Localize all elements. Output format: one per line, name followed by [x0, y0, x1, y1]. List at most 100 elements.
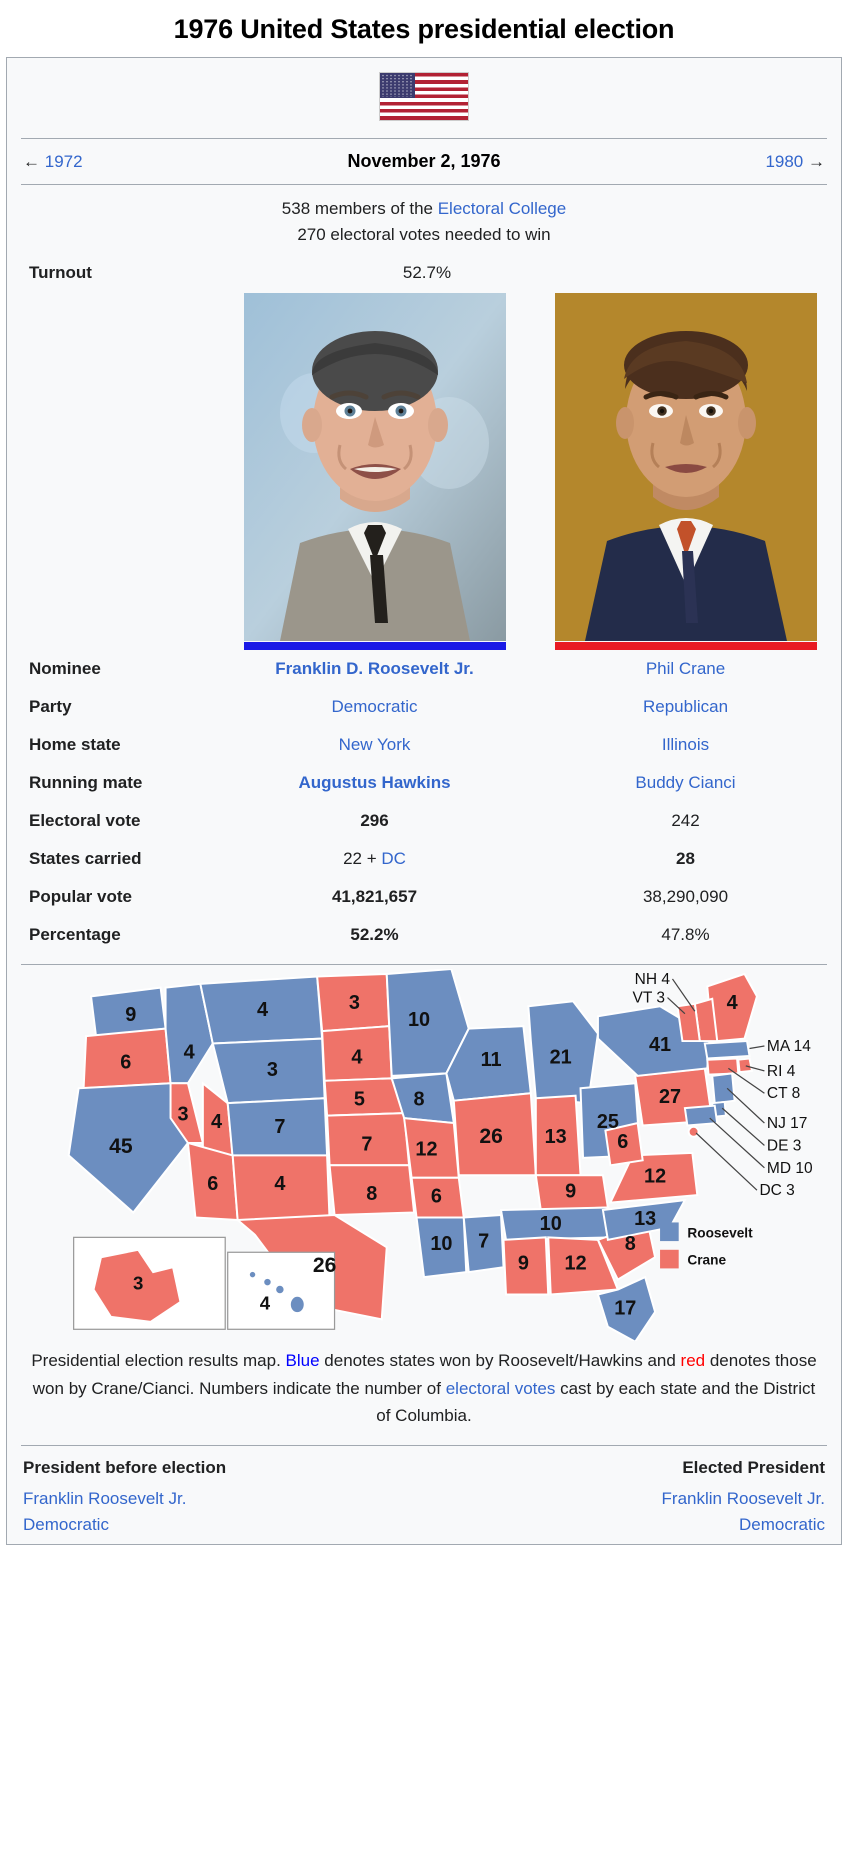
- before-president-link[interactable]: Franklin Roosevelt Jr.: [23, 1486, 186, 1512]
- ev-label-CA: 45: [109, 1135, 133, 1158]
- ev-label-ID: 4: [184, 1041, 195, 1063]
- crane-portrait: [554, 292, 817, 641]
- caption-blue-word: Blue: [285, 1351, 320, 1371]
- row-label-states-carried: States carried: [29, 848, 142, 868]
- table-row: Popular vote 41,821,657 38,290,090: [7, 878, 841, 916]
- election-date: November 2, 1976: [347, 151, 501, 171]
- ev-label-KY: 9: [565, 1180, 576, 1202]
- running-mate-right: Buddy Cianci: [530, 764, 841, 802]
- turnout-row: Turnout 52.7%: [7, 259, 841, 293]
- elected-president-link[interactable]: Franklin Roosevelt Jr.: [662, 1486, 825, 1512]
- ev-label-ND: 3: [349, 991, 360, 1013]
- ev-label-MI: 21: [550, 1046, 572, 1068]
- next-election[interactable]: 1980 →: [765, 152, 825, 172]
- ev-label-AZ: 6: [207, 1173, 218, 1195]
- ev-label-NM: 4: [274, 1173, 285, 1195]
- ev-label-WY: 3: [267, 1059, 278, 1081]
- ev-label-LA: 10: [430, 1232, 452, 1254]
- right-portrait-cell: [530, 292, 841, 650]
- ev-label-TX: 26: [313, 1254, 336, 1277]
- turnout-value: 52.7%: [402, 262, 452, 282]
- running-mate-right-link[interactable]: Buddy Cianci: [635, 773, 735, 792]
- democratic-color-bar: [243, 641, 506, 650]
- results-map-container: 9 6 45 4 3 4 3 4 7 6 4 3 4 5 7 8 26 10 8…: [7, 965, 841, 1445]
- party-right: Republican: [530, 688, 841, 726]
- callout-NH: NH 4: [635, 971, 671, 988]
- republican-color-bar: [554, 641, 817, 650]
- callout-MA: MA 14: [767, 1038, 811, 1055]
- running-mate-left-link[interactable]: Augustus Hawkins: [298, 773, 450, 792]
- ev-label-WV: 6: [617, 1131, 628, 1153]
- ev-label-CO: 7: [274, 1116, 285, 1138]
- table-row: Percentage 52.2% 47.8%: [7, 916, 841, 954]
- ev-label-UT: 4: [211, 1111, 222, 1133]
- ev-label-AK: 3: [133, 1272, 143, 1293]
- nominee-right-link[interactable]: Phil Crane: [646, 659, 725, 678]
- ev-label-IN: 13: [545, 1126, 567, 1148]
- ev-label-OR: 6: [120, 1051, 131, 1073]
- legend-swatch-roosevelt: [660, 1222, 679, 1241]
- electoral-votes-link[interactable]: electoral votes: [446, 1379, 556, 1398]
- callout-DC: DC 3: [759, 1182, 794, 1199]
- members-prefix: 538 members of the: [281, 199, 438, 218]
- elected-column: Franklin Roosevelt Jr. Democratic: [662, 1486, 825, 1538]
- party-left: Democratic: [219, 688, 530, 726]
- ev-label-PA: 27: [659, 1086, 681, 1108]
- before-party-link[interactable]: Democratic: [23, 1512, 186, 1538]
- elected-party-link[interactable]: Democratic: [739, 1512, 825, 1538]
- callout-NJ: NJ 17: [767, 1115, 808, 1132]
- states-carried-left: 22 + DC: [219, 840, 530, 878]
- state-MA: [703, 1039, 751, 1060]
- ev-label-FL: 17: [614, 1297, 636, 1319]
- dc-link[interactable]: DC: [381, 849, 406, 868]
- ev-label-GA: 12: [565, 1252, 587, 1274]
- right-arrow-icon: →: [808, 151, 825, 171]
- party-left-link[interactable]: Democratic: [332, 697, 418, 716]
- next-election-link[interactable]: 1980: [765, 152, 803, 171]
- ev-label-WI: 11: [481, 1049, 502, 1071]
- legend-swatch-crane: [660, 1249, 679, 1269]
- roosevelt-portrait: [243, 292, 506, 641]
- ev-label-SC: 8: [625, 1232, 636, 1254]
- caption-part-1: Presidential election results map.: [31, 1351, 286, 1371]
- home-state-right-link[interactable]: Illinois: [662, 735, 709, 754]
- ev-label-AR: 6: [431, 1185, 442, 1207]
- row-label-running-mate: Running mate: [29, 772, 143, 792]
- home-state-left-link[interactable]: New York: [339, 735, 411, 754]
- us-flag-icon: [379, 72, 469, 121]
- footer-names: Franklin Roosevelt Jr. Democratic Frankl…: [7, 1482, 841, 1544]
- map-caption: Presidential election results map. Blue …: [7, 1341, 841, 1445]
- running-mate-left: Augustus Hawkins: [219, 764, 530, 802]
- ev-label-ME: 4: [727, 991, 738, 1013]
- state-DC: [687, 1125, 700, 1138]
- electoral-results-map: 9 6 45 4 3 4 3 4 7 6 4 3 4 5 7 8 26 10 8…: [14, 968, 834, 1342]
- prev-election-link[interactable]: 1972: [45, 152, 83, 171]
- caption-part-2: denotes states won by Roosevelt/Hawkins …: [319, 1351, 681, 1371]
- left-portrait-cell: [219, 292, 530, 650]
- table-row: States carried 22 + DC 28: [7, 840, 841, 878]
- legend-label-roosevelt: Roosevelt: [687, 1225, 753, 1240]
- popular-vote-left: 41,821,657: [331, 886, 418, 906]
- electoral-members-line: 538 members of the Electoral College: [17, 196, 831, 222]
- state-RI: [737, 1057, 754, 1073]
- party-right-link[interactable]: Republican: [643, 697, 728, 716]
- prev-election[interactable]: ← 1972: [23, 152, 83, 172]
- ev-label-NC: 13: [634, 1208, 656, 1230]
- electoral-college-link[interactable]: Electoral College: [438, 199, 567, 218]
- states-carried-right: 28: [676, 848, 695, 868]
- ev-label-MO: 12: [415, 1138, 437, 1160]
- nominee-left-link[interactable]: Franklin D. Roosevelt Jr.: [275, 659, 473, 678]
- caption-red-word: red: [680, 1351, 706, 1371]
- election-infobox-page: 1976 United States presidential election…: [0, 0, 848, 1545]
- election-nav: ← 1972 November 2, 1976 1980 →: [7, 139, 841, 184]
- row-label-electoral-vote: Electoral vote: [29, 810, 141, 830]
- table-row: Electoral vote 296 242: [7, 802, 841, 840]
- ev-label-IL: 26: [479, 1125, 502, 1148]
- row-label-percentage: Percentage: [29, 924, 121, 944]
- popular-vote-right: 38,290,090: [642, 886, 729, 906]
- table-row: Running mate Augustus Hawkins Buddy Cian…: [7, 764, 841, 802]
- ev-label-MS: 7: [478, 1230, 489, 1252]
- electoral-college-info: 538 members of the Electoral College 270…: [7, 185, 841, 259]
- states-carried-count: 22 +: [343, 848, 382, 868]
- infobox: ← 1972 November 2, 1976 1980 → 538 membe…: [6, 57, 842, 1545]
